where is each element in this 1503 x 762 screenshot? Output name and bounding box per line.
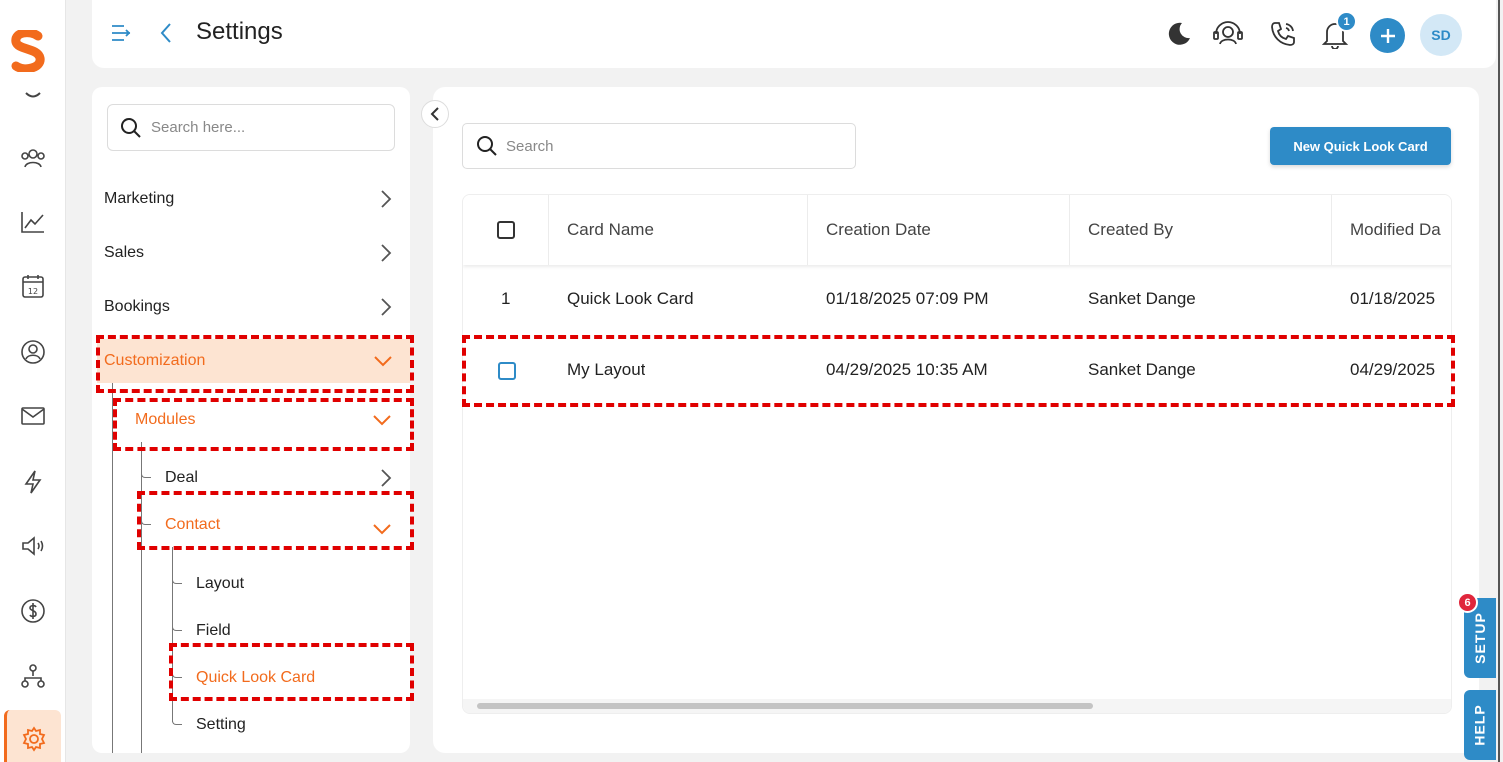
cell-modified-date: 01/18/2025 [1350,289,1436,308]
card-search-placeholder: Search [506,137,554,155]
quick-add-button[interactable] [1370,18,1405,53]
users-icon[interactable] [19,144,47,172]
new-quick-look-card-button[interactable]: New Quick Look Card [1270,127,1451,165]
column-header-created-by[interactable]: Created By [1070,195,1332,265]
analytics-icon[interactable] [19,208,47,236]
horizontal-scrollbar[interactable] [463,699,1451,713]
menu-toggle-icon[interactable] [110,22,132,49]
sidebar-item-label: Sales [104,244,145,261]
chevron-left-icon [430,107,439,121]
column-header-creation-date[interactable]: Creation Date [808,195,1070,265]
user-avatar[interactable]: SD [1420,14,1462,56]
partial-icon[interactable] [19,88,47,104]
window-edge [1498,0,1500,762]
column-header-modified-date[interactable]: Modified Da [1332,195,1451,265]
annotation-box-quick-look-card [169,643,414,701]
chevron-right-icon [381,469,392,487]
sidebar-item-setting[interactable]: Setting [92,703,410,747]
icon-rail: 12 [0,0,66,762]
row-index: 1 [501,289,511,308]
scrollbar-thumb[interactable] [477,703,1093,709]
sidebar-item-label: Marketing [104,190,175,207]
setup-count-badge: 6 [1457,592,1478,613]
sidebar-item-label: Bookings [104,298,170,315]
calendar-icon[interactable]: 12 [19,272,47,300]
sidebar-item-bookings[interactable]: Bookings [92,285,410,329]
annotation-box-contact [137,491,414,550]
lightning-icon[interactable] [19,468,47,496]
card-search-input[interactable]: Search [462,123,856,169]
notification-count-badge: 1 [1336,11,1357,32]
annotation-box-modules [113,398,414,451]
select-all-cell [463,195,549,265]
sidebar-search-input[interactable]: Search here... [107,104,395,151]
support-agent-icon[interactable] [1212,18,1244,50]
settings-gear-icon[interactable] [4,710,61,762]
search-icon [477,136,497,156]
quick-look-card-table: Card Name Creation Date Created By Modif… [462,194,1452,714]
dark-mode-moon-icon[interactable] [1162,18,1194,50]
megaphone-icon[interactable] [19,532,47,560]
top-header: Settings 1 SD [92,0,1496,68]
page-title: Settings [196,18,283,45]
contact-icon[interactable] [19,338,47,366]
column-header-card-name[interactable]: Card Name [549,195,808,265]
phone-call-icon[interactable] [1267,18,1299,50]
dollar-icon[interactable] [19,597,47,625]
chevron-right-icon [381,190,392,208]
app-logo[interactable] [10,28,46,74]
sidebar-item-label: Setting [196,716,246,733]
hierarchy-icon[interactable] [19,662,47,690]
setup-tab-label: SETUP [1472,612,1488,664]
collapse-sidebar-button[interactable] [421,100,449,128]
sidebar-search-placeholder: Search here... [151,119,246,136]
back-arrow-icon[interactable] [158,22,174,49]
sidebar-item-label: Layout [196,575,245,592]
annotation-box-customization [96,335,414,393]
cell-created-by: Sanket Dange [1088,289,1196,308]
cell-card-name[interactable]: Quick Look Card [567,289,694,309]
sidebar-item-sales[interactable]: Sales [92,231,410,275]
main-panel: Search New Quick Look Card Card Name Cre… [433,87,1479,753]
search-icon [121,117,141,138]
sidebar-item-label: Field [196,622,231,639]
cell-creation-date: 01/18/2025 07:09 PM [826,289,989,308]
svg-text:12: 12 [28,287,38,296]
mail-icon[interactable] [19,402,47,430]
annotation-box-my-layout-row [462,335,1455,407]
sidebar-item-layout[interactable]: Layout [92,562,410,606]
table-header: Card Name Creation Date Created By Modif… [463,195,1451,265]
help-tab[interactable]: HELP [1464,690,1496,760]
chevron-right-icon [381,298,392,316]
chevron-right-icon [381,244,392,262]
select-all-checkbox[interactable] [496,221,515,239]
sidebar-item-marketing[interactable]: Marketing [92,177,410,221]
help-tab-label: HELP [1472,704,1488,746]
sidebar-item-label: Deal [165,469,198,486]
notification-bell-icon[interactable]: 1 [1319,11,1357,50]
